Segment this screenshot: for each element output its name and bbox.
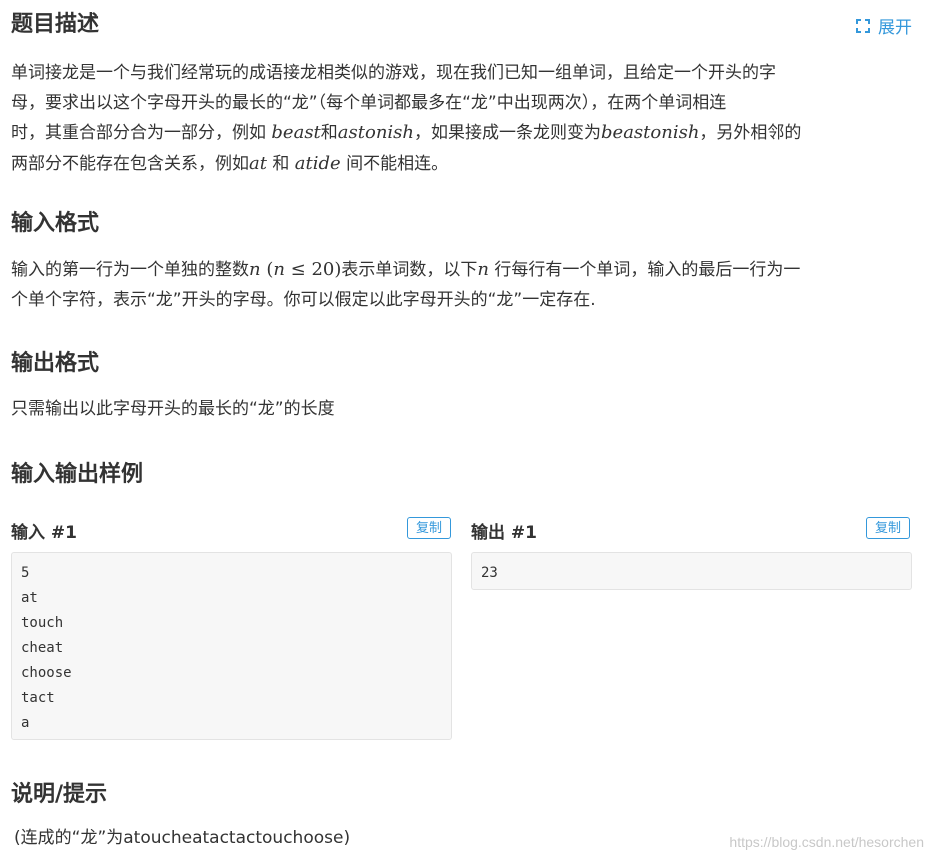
expand-label: 展开 [878,18,912,38]
description-line: 时，其重合部分合为一部分，例如 beast和astonish，如果接成一条龙则变… [11,122,802,143]
input-format-text: 输入的第一行为一个单独的整数n (n ≤ 20)表示单词数，以下n 行每行有一个… [11,255,916,315]
description-text: 单词接龙是一个与我们经常玩的成语接龙相类似的游戏，现在我们已知一组单词，且给定一… [11,59,916,179]
hint-title: 说明/提示 [11,782,108,807]
code-line: at [21,590,38,606]
math-beastonish: beastonish [601,122,700,143]
sample-output-box[interactable]: 23 [471,552,912,590]
problem-description-title: 题目描述 [11,12,100,37]
code-line: touch [21,615,64,631]
math-at: at [249,152,267,174]
code-line: choose [21,665,72,681]
copy-input-button[interactable]: 复制 [407,517,451,539]
output-format-title: 输出格式 [11,351,100,376]
math-astonish: astonish [337,122,415,143]
input-format-line: 输入的第一行为一个单独的整数n (n ≤ 20)表示单词数，以下n 行每行有一个… [11,259,801,280]
code-line: 5 [21,565,30,581]
sample-input-label: 输入 #1 [11,523,77,543]
sample-input-box[interactable]: 5 at touch cheat choose tact a [11,552,452,740]
input-format-title: 输入格式 [11,211,100,236]
code-line: cheat [21,640,64,656]
code-line: a [21,715,30,731]
math-beast: beast [271,122,321,143]
input-format-line: 个单个字符，表示“龙”开头的字母。你可以假定以此字母开头的“龙”一定存在. [11,289,596,310]
code-line: tact [21,690,55,706]
description-line: 母，要求出以这个字母开头的最长的“龙”（每个单词都最多在“龙”中出现两次），在两… [11,92,727,113]
description-line: 两部分不能存在包含关系，例如at 和 atide 间不能相连。 [11,152,449,174]
math-atide: atide [294,152,341,174]
expand-icon [856,18,870,33]
expand-button[interactable]: 展开 [856,13,912,38]
sample-output-label: 输出 #1 [471,523,537,543]
watermark: https://blog.csdn.net/hesorchen [729,834,924,850]
output-format-text: 只需输出以此字母开头的最长的“龙”的长度 [11,399,335,419]
copy-output-button[interactable]: 复制 [866,517,910,539]
code-line: 23 [481,565,498,581]
samples-title: 输入输出样例 [11,462,144,487]
description-line: 单词接龙是一个与我们经常玩的成语接龙相类似的游戏，现在我们已知一组单词，且给定一… [11,63,776,83]
